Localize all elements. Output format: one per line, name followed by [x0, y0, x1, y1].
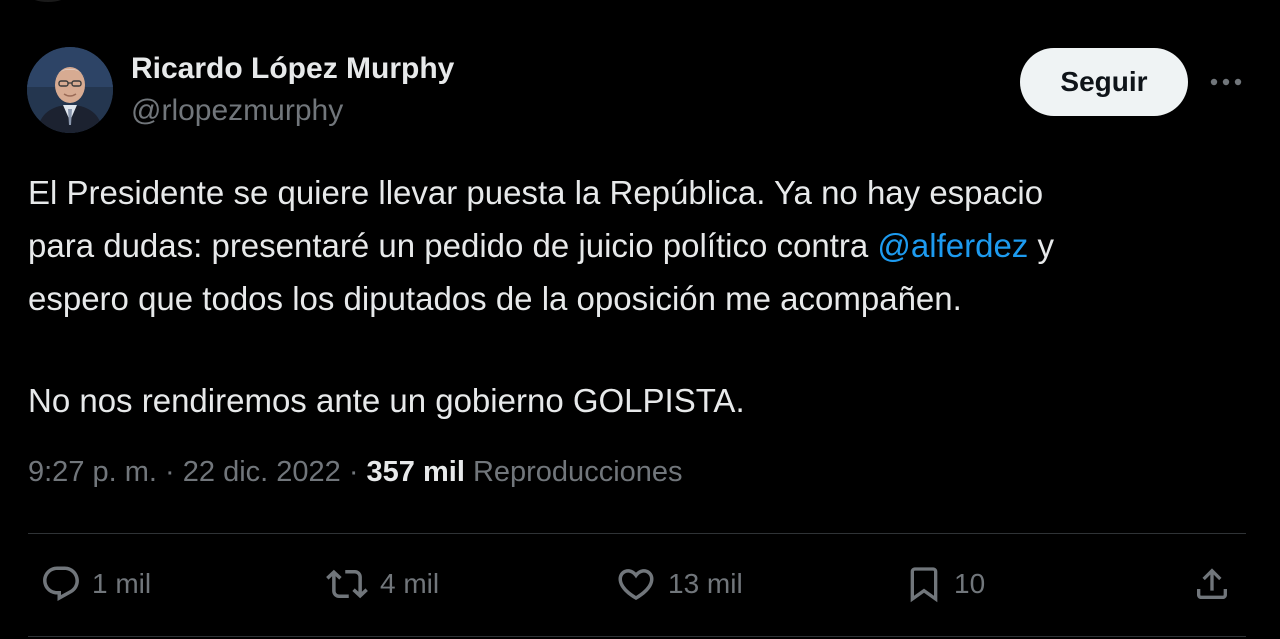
- reply-count: 1 mil: [92, 568, 152, 599]
- tweet-text-line: espero que todos los diputados de la opo…: [28, 272, 1248, 325]
- share-icon: [1197, 568, 1227, 599]
- meta-separator: ·: [340, 456, 367, 488]
- avatar-image: [27, 47, 113, 133]
- tweet-text-line: para dudas: presentaré un pedido de juic…: [28, 219, 1248, 272]
- author-name[interactable]: Ricardo López Murphy: [131, 52, 454, 86]
- share-button[interactable]: [1192, 548, 1232, 620]
- meta-separator: ·: [156, 456, 183, 488]
- tweet: Ricardo López Murphy @rlopezmurphy Segui…: [0, 0, 1280, 639]
- tweet-text-segment: espero que todos los diputados de la opo…: [28, 280, 962, 317]
- bookmark-count: 10: [954, 568, 986, 599]
- more-dots-icon: [1210, 78, 1242, 86]
- tweet-text-segment: No nos rendiremos ante un gobierno GOLPI…: [28, 382, 745, 419]
- views-label: Reproducciones: [464, 456, 683, 488]
- more-options-button[interactable]: [1206, 66, 1246, 98]
- retweet-icon: [326, 569, 368, 599]
- tweet-text-line: No nos rendiremos ante un gobierno GOLPI…: [28, 374, 1248, 427]
- mention-link[interactable]: @alferdez: [877, 227, 1028, 264]
- like-count: 13 mil: [668, 568, 743, 599]
- reply-icon: [43, 566, 79, 601]
- bookmark-button[interactable]: 10: [904, 548, 985, 620]
- reply-button[interactable]: 1 mil: [40, 548, 151, 620]
- retweet-count: 4 mil: [380, 568, 440, 599]
- tweet-text-line: El Presidente se quiere llevar puesta la…: [28, 166, 1248, 219]
- bookmark-icon: [910, 567, 938, 603]
- like-button[interactable]: 13 mil: [614, 548, 743, 620]
- action-bar: 1 mil 4 mil 13 mil 10: [0, 548, 1280, 620]
- avatar[interactable]: [27, 47, 113, 133]
- tweet-text-segment: El Presidente se quiere llevar puesta la…: [28, 174, 1044, 211]
- heart-icon: [618, 569, 654, 601]
- author-handle[interactable]: @rlopezmurphy: [131, 94, 343, 128]
- views-count[interactable]: 357 mil: [367, 456, 465, 488]
- divider: [28, 636, 1246, 637]
- tweet-text: El Presidente se quiere llevar puesta la…: [28, 166, 1248, 427]
- follow-button[interactable]: Seguir: [1020, 48, 1188, 116]
- tweet-date[interactable]: 22 dic. 2022: [183, 456, 341, 488]
- divider: [28, 533, 1246, 534]
- tweet-time[interactable]: 9:27 p. m.: [28, 456, 157, 488]
- tweet-text-segment: para dudas: presentaré un pedido de juic…: [28, 227, 878, 264]
- retweet-button[interactable]: 4 mil: [324, 548, 439, 620]
- tweet-meta: 9:27 p. m. · 22 dic. 2022 · 357 mil Repr…: [28, 456, 683, 489]
- tweet-text-segment: y: [1028, 227, 1054, 264]
